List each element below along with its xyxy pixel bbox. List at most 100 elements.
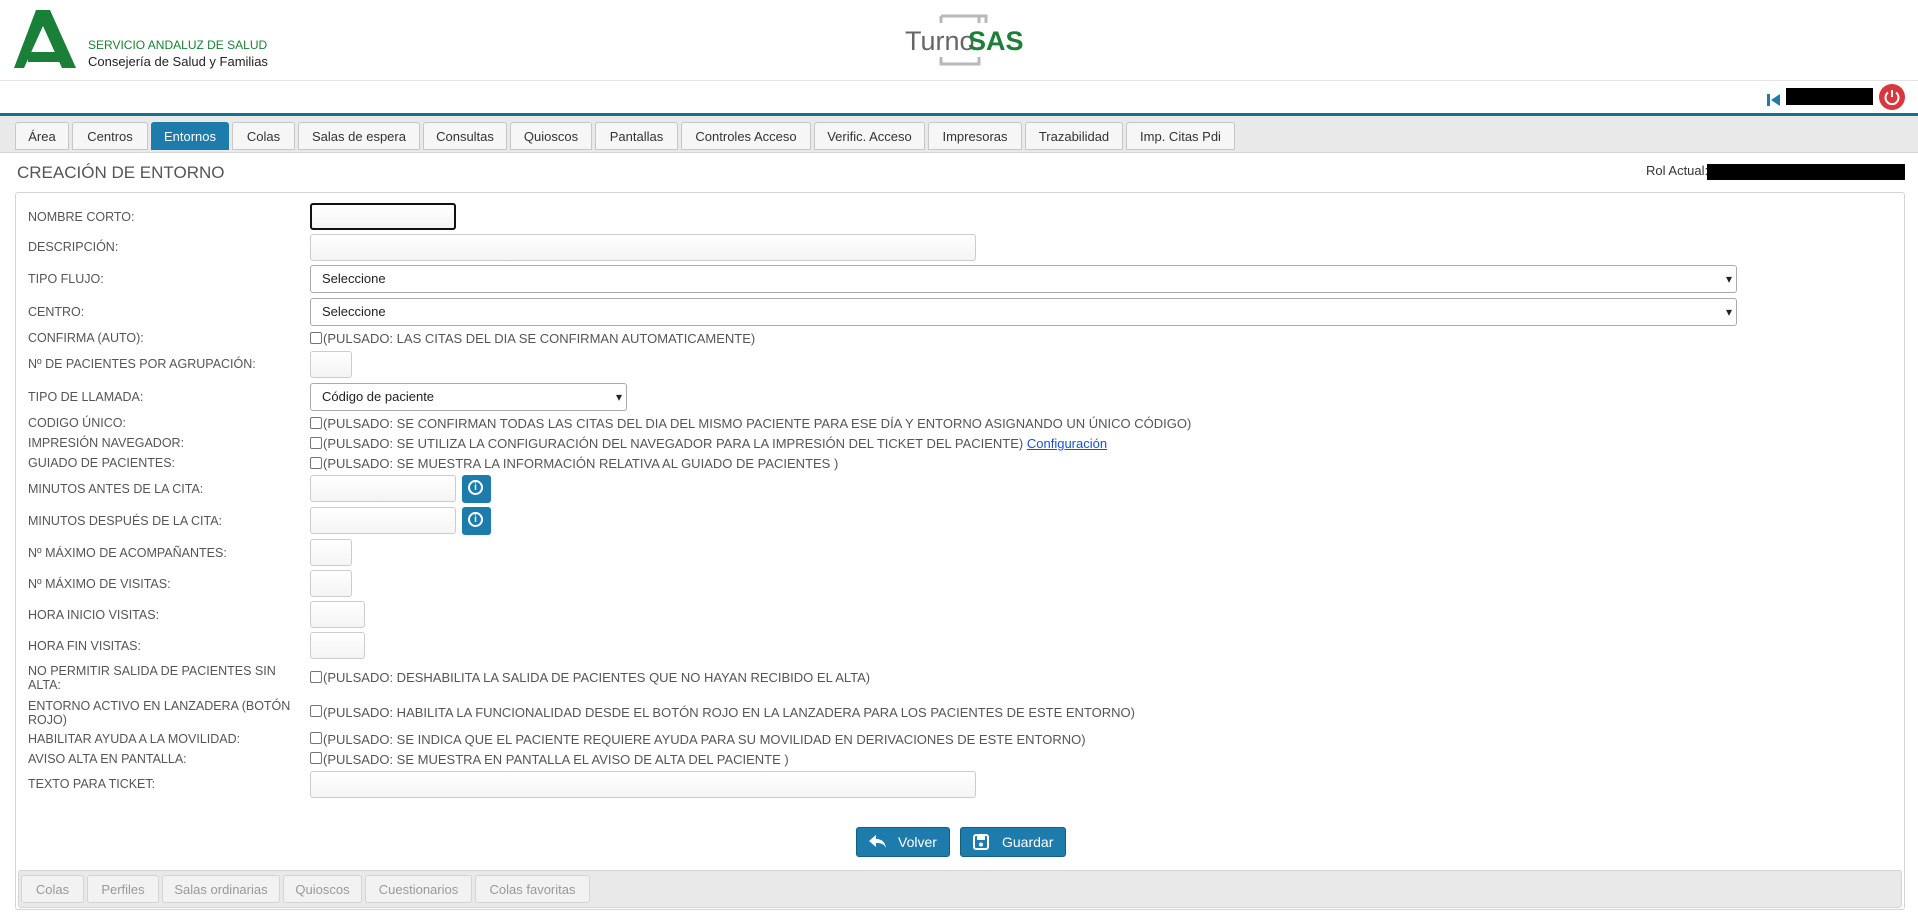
guardar-button[interactable]: Guardar [960, 827, 1066, 857]
tab-entornos[interactable]: Entornos [151, 122, 229, 150]
app-name-turno: Turno [905, 26, 975, 56]
centro-value: Seleccione [322, 304, 386, 319]
subtab-colas-favoritas[interactable]: Colas favoritas [475, 875, 590, 903]
no-permitir-salida-checkbox[interactable] [310, 671, 322, 683]
volver-label: Volver [898, 834, 937, 850]
tab-centros[interactable]: Centros [72, 122, 148, 150]
label-movilidad: HABILITAR AYUDA A LA MOVILIDAD: [28, 732, 241, 746]
page-title: CREACIÓN DE ENTORNO [17, 163, 225, 182]
info-icon: i [468, 512, 483, 527]
chevron-down-icon: ▾ [615, 390, 622, 404]
tipo-flujo-value: Seleccione [322, 271, 386, 286]
label-codigo-unico: CODIGO ÚNICO: [28, 416, 126, 430]
tab-quioscos[interactable]: Quioscos [510, 122, 592, 150]
main-tabs: Área Centros Entornos Colas Salas de esp… [0, 116, 1918, 153]
info-icon: i [468, 480, 483, 495]
tab-pantallas[interactable]: Pantallas [595, 122, 678, 150]
header: SERVICIO ANDALUZ DE SALUD Consejería de … [0, 0, 1918, 81]
impresion-description-text: (PULSADO: SE UTILIZA LA CONFIGURACIÓN DE… [323, 436, 1024, 451]
subtab-colas[interactable]: Colas [21, 875, 84, 903]
label-aviso-alta: AVISO ALTA EN PANTALLA: [28, 752, 187, 766]
role-label: Rol Actual: [1646, 163, 1709, 178]
tipo-flujo-select[interactable]: Seleccione ▾ [310, 265, 1737, 293]
movilidad-checkbox[interactable] [310, 732, 322, 744]
subtab-quioscos[interactable]: Quioscos [283, 875, 362, 903]
back-arrow-icon [869, 835, 886, 848]
subtab-salas-ordinarias[interactable]: Salas ordinarias [162, 875, 280, 903]
label-descripcion: DESCRIPCIÓN: [28, 240, 119, 254]
label-lanzadera: ENTORNO ACTIVO EN LANZADERA (BOTÓN ROJO) [28, 699, 291, 727]
tab-imp-citas-pdi[interactable]: Imp. Citas Pdi [1126, 122, 1235, 150]
tab-colas[interactable]: Colas [232, 122, 295, 150]
nombre-corto-input[interactable] [310, 203, 456, 230]
label-guiado: GUIADO DE PACIENTES: [28, 456, 176, 470]
label-tipo-llamada: TIPO DE LLAMADA: [28, 390, 144, 404]
first-page-icon[interactable] [1767, 94, 1781, 106]
save-icon [973, 834, 989, 850]
hora-fin-input[interactable] [310, 632, 365, 659]
impresion-navegador-checkbox[interactable] [310, 437, 322, 449]
junta-andalucia-logo [14, 10, 76, 68]
label-max-acompanantes: Nº MÁXIMO DE ACOMPAÑANTES: [28, 546, 227, 560]
guiado-description: (PULSADO: SE MUESTRA LA INFORMACIÓN RELA… [323, 456, 839, 471]
lanzadera-description: (PULSADO: HABILITA LA FUNCIONALIDAD DESD… [323, 705, 1135, 720]
subtab-cuestionarios[interactable]: Cuestionarios [365, 875, 472, 903]
max-visitas-input[interactable] [310, 570, 352, 597]
chevron-down-icon: ▾ [1725, 272, 1732, 286]
label-minutos-despues: MINUTOS DESPUÉS DE LA CITA: [28, 514, 223, 528]
tab-consultas[interactable]: Consultas [423, 122, 507, 150]
confirma-checkbox[interactable] [310, 332, 322, 344]
impresion-navegador-description: (PULSADO: SE UTILIZA LA CONFIGURACIÓN DE… [323, 436, 1107, 451]
movilidad-description: (PULSADO: SE INDICA QUE EL PACIENTE REQU… [323, 732, 1086, 747]
org-name: SERVICIO ANDALUZ DE SALUD [88, 38, 268, 52]
tab-impresoras[interactable]: Impresoras [928, 122, 1022, 150]
label-minutos-antes: MINUTOS ANTES DE LA CITA: [28, 482, 204, 496]
minutos-despues-info-button[interactable]: i [462, 507, 491, 535]
descripcion-input[interactable] [310, 234, 976, 261]
label-tipo-flujo: TIPO FLUJO: [28, 272, 104, 286]
subtab-perfiles[interactable]: Perfiles [87, 875, 159, 903]
codigo-unico-description: (PULSADO: SE CONFIRMAN TODAS LAS CITAS D… [323, 416, 1192, 431]
chevron-down-icon: ▾ [1725, 305, 1732, 319]
label-no-permitir-salida: NO PERMITIR SALIDA DE PACIENTES SIN ALTA… [28, 664, 276, 692]
tab-controles-acceso[interactable]: Controles Acceso [681, 122, 811, 150]
minutos-antes-info-button[interactable]: i [462, 475, 491, 503]
pacientes-agrupacion-input[interactable] [310, 351, 352, 378]
label-max-visitas: Nº MÁXIMO DE VISITAS: [28, 577, 171, 591]
minutos-antes-input[interactable] [310, 475, 456, 502]
label-hora-fin: HORA FIN VISITAS: [28, 639, 141, 653]
codigo-unico-checkbox[interactable] [310, 417, 322, 429]
role-redacted [1707, 164, 1905, 180]
minutos-despues-input[interactable] [310, 507, 456, 534]
sub-tabs: Colas Perfiles Salas ordinarias Quioscos… [18, 870, 1902, 908]
app-name-sas: SAS [968, 26, 1024, 56]
label-texto-ticket: TEXTO PARA TICKET: [28, 777, 156, 791]
confirma-description: (PULSADO: LAS CITAS DEL DIA SE CONFIRMAN… [323, 331, 756, 346]
logout-button[interactable] [1879, 84, 1905, 110]
tab-area[interactable]: Área [15, 122, 69, 150]
tab-verific-acceso[interactable]: Verific. Acceso [814, 122, 925, 150]
centro-select[interactable]: Seleccione ▾ [310, 298, 1737, 326]
aviso-alta-checkbox[interactable] [310, 752, 322, 764]
guiado-checkbox[interactable] [310, 457, 322, 469]
max-acompanantes-input[interactable] [310, 539, 352, 566]
configuracion-link[interactable]: Configuración [1027, 436, 1107, 451]
label-hora-inicio: HORA INICIO VISITAS: [28, 608, 160, 622]
tipo-llamada-select[interactable]: Código de paciente ▾ [310, 383, 627, 411]
org-department: Consejería de Salud y Familias [88, 54, 268, 69]
label-pacientes-agrupacion: Nº DE PACIENTES POR AGRUPACIÓN: [28, 357, 256, 371]
texto-ticket-input[interactable] [310, 771, 976, 798]
label-nombre-corto: NOMBRE CORTO: [28, 210, 135, 224]
volver-button[interactable]: Volver [856, 827, 950, 857]
power-icon [1884, 90, 1900, 106]
no-permitir-salida-description: (PULSADO: DESHABILITA LA SALIDA DE PACIE… [323, 670, 871, 685]
lanzadera-checkbox[interactable] [310, 705, 322, 717]
user-bar [0, 81, 1918, 116]
guardar-label: Guardar [1002, 834, 1054, 850]
label-confirma: CONFIRMA (AUTO): [28, 331, 144, 345]
hora-inicio-input[interactable] [310, 601, 365, 628]
tipo-llamada-value: Código de paciente [322, 389, 435, 404]
tab-salas-de-espera[interactable]: Salas de espera [298, 122, 420, 150]
username-redacted [1786, 88, 1873, 105]
tab-trazabilidad[interactable]: Trazabilidad [1025, 122, 1123, 150]
